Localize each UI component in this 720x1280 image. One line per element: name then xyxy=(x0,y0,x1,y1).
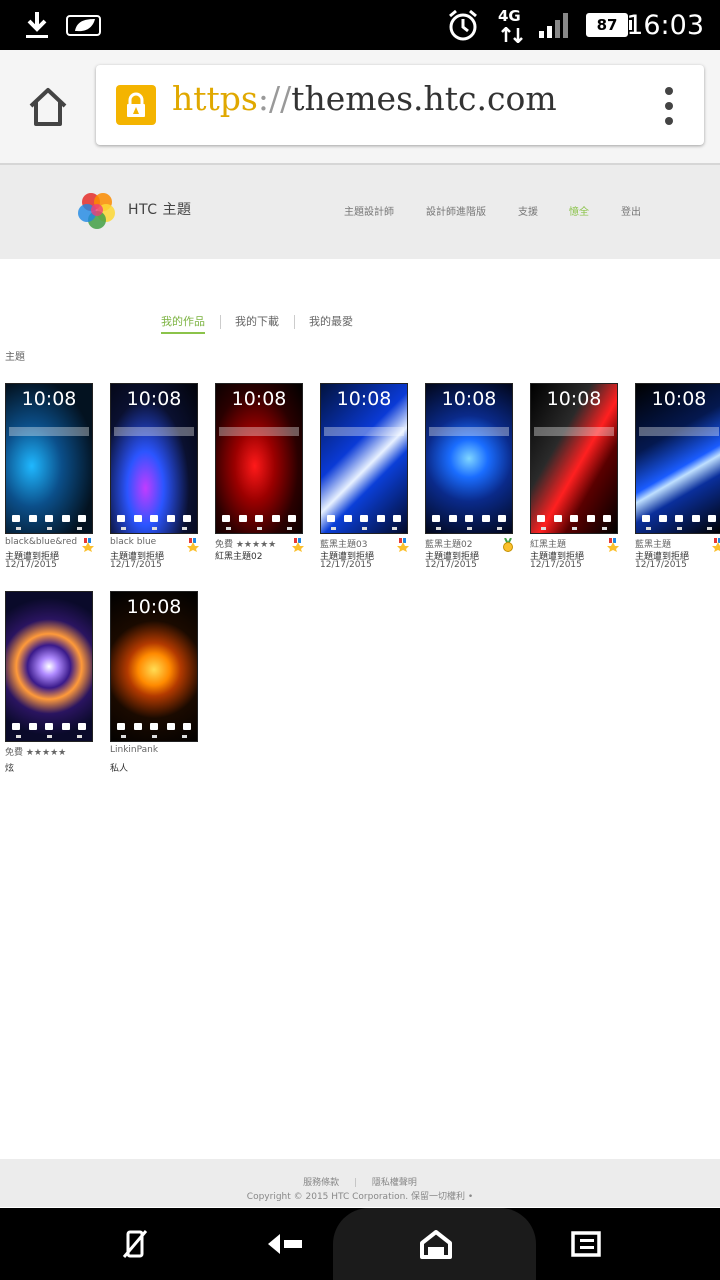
thumbnail-clock: 10:08 xyxy=(546,388,602,410)
theme-thumbnail[interactable]: 10:08 xyxy=(5,383,93,534)
theme-date: 12/17/2015 xyxy=(635,560,687,570)
theme-date: 12/17/2015 xyxy=(320,560,372,570)
thumbnail-clock: 10:08 xyxy=(651,388,707,410)
tab-my-works[interactable]: 我的作品 xyxy=(161,313,205,334)
tab-my-downloads[interactable]: 我的下載 xyxy=(235,313,279,329)
theme-card[interactable]: 10:08 紅黑主題 主題遭到拒絕 12/17/2015 xyxy=(530,383,619,570)
back-icon[interactable] xyxy=(258,1208,314,1280)
theme-card[interactable]: 10:08 black blue 主題遭到拒絕 12/17/2015 xyxy=(110,383,199,570)
home-icon[interactable] xyxy=(26,86,70,130)
thumbnail-clock: 10:08 xyxy=(231,388,287,410)
theme-status: 紅黑主題02 xyxy=(215,552,263,562)
thumbnail-clock: 10:08 xyxy=(336,388,392,410)
signal-icon xyxy=(538,0,572,50)
url-host: themes.htc.com xyxy=(291,79,557,118)
network-label: 4G xyxy=(498,7,521,25)
theme-thumbnail[interactable]: 10:08 xyxy=(110,591,198,742)
theme-card[interactable]: 10:08 免費 ★★★★★ 紅黑主題02 xyxy=(215,383,304,562)
privacy-link[interactable]: 隱私權聲明 xyxy=(372,1178,417,1188)
footer-links: 服務條款 | 隱私權聲明 xyxy=(303,1178,417,1188)
thumbnail-clock: 10:08 xyxy=(126,388,182,410)
copyright-text: Copyright © 2015 HTC Corporation. 保留一切權利… xyxy=(246,1192,474,1202)
tab-my-favorites[interactable]: 我的最愛 xyxy=(309,313,353,329)
thumbnail-clock: 10:08 xyxy=(126,596,182,618)
theme-thumbnail[interactable]: 10:08 xyxy=(425,383,513,534)
site-brand[interactable]: HTC 主題 xyxy=(128,199,191,219)
recents-icon[interactable] xyxy=(558,1208,614,1280)
theme-thumbnail[interactable]: 10:08 xyxy=(320,383,408,534)
theme-date: 12/17/2015 xyxy=(110,560,162,570)
theme-card[interactable]: 免費 ★★★★★ 炫 xyxy=(5,591,93,774)
status-bar: 4G 87 16:03 xyxy=(0,0,720,50)
trophy-icon xyxy=(397,537,409,552)
theme-status: 私人 xyxy=(110,764,129,774)
thumbnail-clock: 10:08 xyxy=(21,388,77,410)
tab-divider xyxy=(220,315,221,329)
theme-card[interactable]: 10:08 藍黑主題02 主題遭到拒絕 12/17/2015 xyxy=(425,383,513,570)
site-header: HTC 主題 主題設計師 設計師進階版 支援 憶全 登出 xyxy=(0,165,720,259)
theme-date: 12/17/2015 xyxy=(530,560,582,570)
url-text[interactable]: https://themes.htc.com xyxy=(172,79,557,118)
theme-title: 免費 ★★★★★ xyxy=(5,748,67,758)
htc-themes-logo[interactable] xyxy=(78,191,116,229)
trophy-icon xyxy=(607,537,619,552)
battery-level: 87 xyxy=(596,16,618,34)
alarm-icon xyxy=(446,0,480,50)
thumbnail-clock: 10:08 xyxy=(441,388,497,410)
address-bar[interactable]: https://themes.htc.com xyxy=(96,65,704,145)
browser-toolbar: https://themes.htc.com xyxy=(0,50,720,165)
theme-title: black blue xyxy=(110,537,157,547)
trophy-icon xyxy=(712,537,720,552)
battery-icon: 87 xyxy=(586,0,632,50)
site-footer: 服務條款 | 隱私權聲明 Copyright © 2015 HTC Corpor… xyxy=(0,1159,720,1207)
trophy-icon xyxy=(187,537,199,552)
theme-card[interactable]: 10:08 藍黑主題 主題遭到拒絕 12/17/2015 xyxy=(635,383,720,570)
trophy-icon xyxy=(82,537,94,552)
theme-thumbnail[interactable]: 10:08 xyxy=(635,383,720,534)
theme-thumbnail[interactable]: 10:08 xyxy=(110,383,198,534)
overflow-menu-icon[interactable] xyxy=(664,87,674,125)
nav-designer[interactable]: 主題設計師 xyxy=(344,203,394,218)
theme-card[interactable]: 10:08 black&blue&red 主題遭到拒絕 12/17/2015 xyxy=(5,383,94,570)
terms-link[interactable]: 服務條款 xyxy=(303,1178,339,1188)
trophy-icon xyxy=(292,537,304,552)
section-label: 主題 xyxy=(5,352,25,363)
url-separator: :// xyxy=(257,79,292,118)
theme-status: 炫 xyxy=(5,764,15,774)
network-4g-icon: 4G xyxy=(498,0,526,50)
theme-card[interactable]: 10:08 藍黑主題03 主題遭到拒絕 12/17/2015 xyxy=(320,383,409,570)
rotate-icon[interactable] xyxy=(110,1208,160,1280)
clock: 16:03 xyxy=(626,9,704,41)
theme-thumbnail[interactable] xyxy=(5,591,93,742)
theme-thumbnail[interactable]: 10:08 xyxy=(215,383,303,534)
download-icon xyxy=(24,0,50,50)
tab-bar: 我的作品 我的下載 我的最愛 xyxy=(0,313,720,335)
home-icon[interactable] xyxy=(408,1208,464,1280)
nav-designer-pro[interactable]: 設計師進階版 xyxy=(426,203,486,218)
leaf-icon xyxy=(66,0,102,50)
url-scheme: https xyxy=(172,79,258,118)
nav-logout[interactable]: 登出 xyxy=(621,203,641,218)
tab-divider xyxy=(294,315,295,329)
theme-title: black&blue&red xyxy=(5,537,78,547)
medal-icon xyxy=(502,537,514,552)
theme-thumbnail[interactable]: 10:08 xyxy=(530,383,618,534)
lock-icon xyxy=(116,85,156,125)
nav-support[interactable]: 支援 xyxy=(518,203,538,218)
theme-date: 12/17/2015 xyxy=(5,560,57,570)
nav-account[interactable]: 憶全 xyxy=(569,203,589,218)
theme-title: LinkinPank xyxy=(110,745,159,755)
theme-date: 12/17/2015 xyxy=(425,560,477,570)
theme-card[interactable]: 10:08 LinkinPank 私人 xyxy=(110,591,198,774)
